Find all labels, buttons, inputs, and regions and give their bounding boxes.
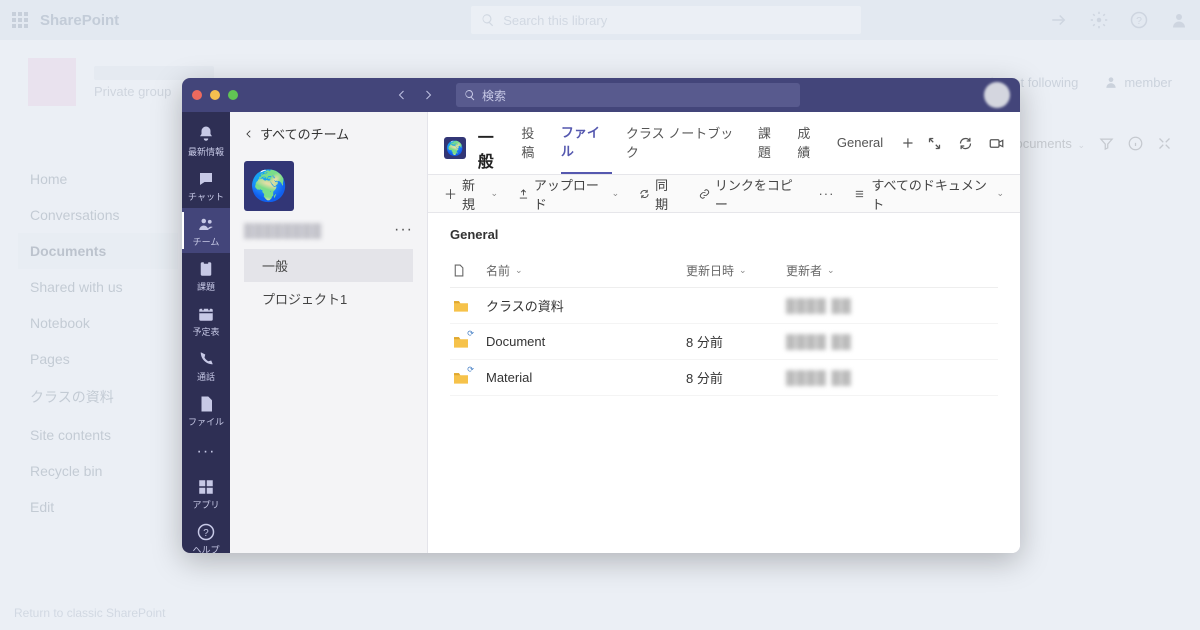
meet-icon[interactable] bbox=[989, 136, 1004, 151]
upload-button[interactable]: アップロード ⌄ bbox=[518, 175, 619, 213]
files-icon bbox=[197, 395, 215, 413]
teams-search[interactable]: 検索 bbox=[456, 83, 800, 107]
upload-icon bbox=[518, 188, 529, 200]
window-minimize[interactable] bbox=[210, 90, 220, 100]
channel-list-pane: すべてのチーム 🌍 ████████ ··· 一般プロジェクト1 bbox=[230, 112, 428, 553]
calendar-icon bbox=[197, 305, 215, 323]
table-row[interactable]: ⟳ Material8 分前████ ██ bbox=[450, 360, 998, 396]
file-modified: 8 分前 bbox=[686, 332, 786, 351]
channel-item[interactable]: プロジェクト1 bbox=[244, 282, 413, 315]
table-row[interactable]: クラスの資料 ████ ██ bbox=[450, 288, 998, 324]
nav-back-icon[interactable] bbox=[396, 89, 408, 101]
teams-icon bbox=[197, 215, 215, 233]
more-actions[interactable]: ··· bbox=[818, 186, 834, 201]
window-close[interactable] bbox=[192, 90, 202, 100]
new-button[interactable]: ＋ 新規 ⌄ bbox=[444, 175, 498, 213]
col-modified[interactable]: 更新日時⌄ bbox=[686, 262, 786, 279]
file-modified: 8 分前 bbox=[686, 368, 786, 387]
file-modified-by-redacted: ████ ██ bbox=[786, 334, 866, 349]
rail-assignments[interactable]: 課題 bbox=[182, 253, 230, 298]
file-name: Document bbox=[486, 334, 686, 349]
tab-ファイル[interactable]: ファイル bbox=[561, 122, 612, 174]
tab-General[interactable]: General bbox=[837, 135, 883, 162]
chevron-left-icon bbox=[244, 129, 254, 139]
channel-icon: 🌍 bbox=[444, 137, 466, 159]
rail-more[interactable]: ··· bbox=[197, 433, 216, 471]
team-more-icon[interactable]: ··· bbox=[394, 221, 413, 239]
apps-icon bbox=[197, 478, 215, 496]
svg-text:?: ? bbox=[203, 528, 209, 539]
rail-files[interactable]: ファイル bbox=[182, 388, 230, 433]
folder-breadcrumb[interactable]: General bbox=[450, 225, 998, 254]
activity-icon bbox=[197, 125, 215, 143]
folder-icon: ⟳ bbox=[452, 335, 470, 349]
assignments-icon bbox=[197, 260, 215, 278]
channel-content: 🌍 一般 投稿ファイルクラス ノートブック課題成績 General ＋ 新規 ⌄ … bbox=[428, 112, 1020, 553]
tab-課題[interactable]: 課題 bbox=[758, 123, 784, 173]
add-tab-icon[interactable] bbox=[901, 136, 915, 150]
col-modified-by[interactable]: 更新者⌄ bbox=[786, 262, 866, 279]
tab-成績[interactable]: 成績 bbox=[797, 123, 823, 173]
rail-calendar[interactable]: 予定表 bbox=[182, 298, 230, 343]
expand-icon[interactable] bbox=[927, 136, 942, 151]
rail-calls[interactable]: 通話 bbox=[182, 343, 230, 388]
user-avatar[interactable] bbox=[984, 82, 1010, 108]
channel-header: 🌍 一般 投稿ファイルクラス ノートブック課題成績 General bbox=[428, 112, 1020, 175]
folder-icon: ⟳ bbox=[452, 371, 470, 385]
refresh-icon[interactable] bbox=[958, 136, 973, 151]
view-selector[interactable]: すべてのドキュメント ⌄ bbox=[854, 175, 1004, 213]
channel-item[interactable]: 一般 bbox=[244, 249, 413, 282]
all-teams-label: すべてのチーム bbox=[260, 124, 349, 143]
file-modified-by-redacted: ████ ██ bbox=[786, 370, 866, 385]
file-modified-by-redacted: ████ ██ bbox=[786, 298, 866, 313]
rail-help[interactable]: ?ヘルプ bbox=[182, 516, 230, 553]
table-row[interactable]: ⟳ Document8 分前████ ██ bbox=[450, 324, 998, 360]
rail-apps[interactable]: アプリ bbox=[182, 471, 230, 516]
files-command-bar: ＋ 新規 ⌄ アップロード ⌄ 同期 リンクをコピー ··· すべてのドキュメン… bbox=[428, 175, 1020, 213]
teams-titlebar: 検索 bbox=[182, 78, 1020, 112]
rail-chat[interactable]: チャット bbox=[182, 163, 230, 208]
sync-button[interactable]: 同期 bbox=[639, 175, 679, 213]
table-header: 名前⌄ 更新日時⌄ 更新者⌄ bbox=[450, 254, 998, 288]
sync-icon bbox=[639, 188, 650, 200]
teams-window: 検索 最新情報チャットチーム課題予定表通話ファイル···アプリ?ヘルプ すべての… bbox=[182, 78, 1020, 553]
file-icon bbox=[452, 263, 465, 278]
help-icon: ? bbox=[197, 523, 215, 541]
team-name-redacted: ████████ bbox=[244, 223, 322, 238]
chat-icon bbox=[197, 170, 215, 188]
copy-link-button[interactable]: リンクをコピー bbox=[699, 175, 799, 213]
teams-search-placeholder: 検索 bbox=[482, 87, 506, 104]
channel-tabs: 投稿ファイルクラス ノートブック課題成績 General bbox=[521, 122, 883, 174]
link-icon bbox=[699, 188, 710, 200]
file-name: Material bbox=[486, 370, 686, 385]
all-teams-back[interactable]: すべてのチーム bbox=[230, 112, 427, 155]
tab-投稿[interactable]: 投稿 bbox=[521, 123, 547, 173]
teams-rail: 最新情報チャットチーム課題予定表通話ファイル···アプリ?ヘルプ bbox=[182, 112, 230, 553]
channel-title: 一般 bbox=[478, 124, 510, 172]
window-zoom[interactable] bbox=[228, 90, 238, 100]
search-icon bbox=[464, 89, 476, 101]
rail-teams[interactable]: チーム bbox=[182, 208, 230, 253]
team-avatar: 🌍 bbox=[244, 161, 294, 211]
calls-icon bbox=[197, 350, 215, 368]
nav-forward-icon[interactable] bbox=[422, 89, 434, 101]
rail-activity[interactable]: 最新情報 bbox=[182, 118, 230, 163]
folder-icon bbox=[452, 299, 470, 313]
col-name[interactable]: 名前⌄ bbox=[486, 262, 686, 279]
list-icon bbox=[854, 188, 865, 200]
file-name: クラスの資料 bbox=[486, 296, 686, 315]
tab-クラス ノートブック[interactable]: クラス ノートブック bbox=[626, 123, 744, 173]
